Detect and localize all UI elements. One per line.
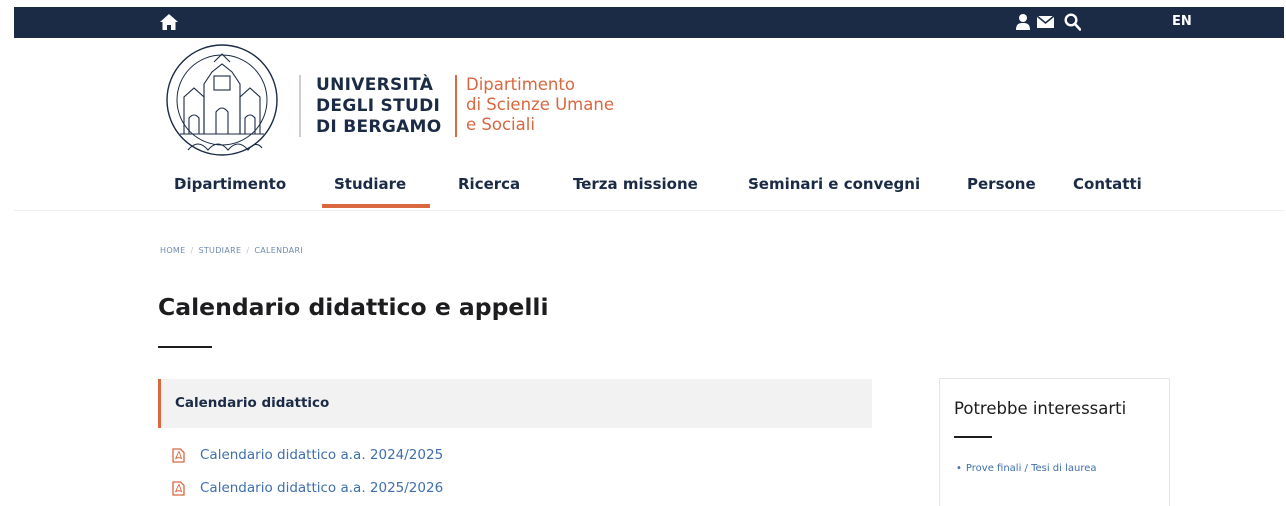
nav-active-indicator [322, 204, 430, 208]
department-name-line-2: di Scienze Umane [466, 95, 614, 114]
university-name-line-2: DEGLI STUDI [316, 96, 441, 116]
top-bar: EN [14, 7, 1284, 38]
breadcrumb-studiare[interactable]: STUDIARE [198, 246, 241, 255]
chevron-down-icon: - [754, 175, 759, 189]
university-name-line-1: UNIVERSITÀ [316, 75, 434, 95]
sidebar-related: Potrebbe interessarti • Prove finali / Te… [939, 378, 1170, 506]
accordion-calendario-didattico[interactable]: Calendario didattico [158, 379, 872, 428]
page-title: Calendario didattico e appelli [158, 293, 549, 321]
sidebar-link-prove-finali[interactable]: • Prove finali / Tesi di laurea [956, 463, 1097, 474]
sidebar-title: Potrebbe interessarti [954, 399, 1127, 418]
home-icon[interactable] [159, 13, 179, 31]
nav-item-label: Dipartimento [174, 175, 287, 193]
department-name-line-3: e Sociali [466, 115, 535, 134]
chevron-down-icon: - [340, 175, 345, 189]
accordion-label: Calendario didattico [175, 395, 330, 411]
nav-item-label: Contatti [1073, 175, 1142, 193]
chevron-down-icon: - [464, 175, 469, 189]
chevron-down-icon: - [180, 175, 185, 189]
document-link-label: Calendario didattico a.a. 2025/2026 [200, 480, 444, 496]
breadcrumb-separator: / [190, 246, 194, 255]
department-name-line-1: Dipartimento [466, 75, 575, 94]
bullet-icon: • [956, 463, 962, 474]
nav-item-label: Studiare [334, 175, 407, 193]
title-underline [158, 346, 212, 348]
document-link-label: Calendario didattico a.a. 2024/2025 [200, 447, 444, 463]
sidebar-link-label: Prove finali / Tesi di laurea [965, 463, 1097, 474]
university-seal-logo[interactable] [158, 42, 286, 160]
user-icon[interactable] [1016, 13, 1030, 31]
department-divider [455, 75, 457, 137]
mail-icon[interactable] [1037, 13, 1054, 31]
breadcrumb: HOME / STUDIARE / CALENDARI [160, 246, 303, 255]
pdf-icon [172, 481, 185, 496]
chevron-down-icon: - [579, 175, 584, 189]
brand-divider [299, 75, 301, 137]
sidebar-title-underline [954, 436, 992, 438]
nav-item-label: Terza missione [573, 175, 698, 193]
department-name[interactable]: Dipartimento di Scienze Umane e Sociali [466, 75, 614, 135]
nav-divider [14, 210, 1284, 211]
breadcrumb-calendari: CALENDARI [254, 246, 303, 255]
nav-item-label: Persone [967, 175, 1036, 193]
breadcrumb-separator: / [246, 246, 250, 255]
search-icon[interactable] [1064, 13, 1081, 31]
university-name[interactable]: UNIVERSITÀ DEGLI STUDI DI BERGAMO [316, 75, 442, 138]
nav-item-label: Seminari e convegni [748, 175, 921, 193]
breadcrumb-home[interactable]: HOME [160, 246, 185, 255]
language-switch[interactable]: EN [1172, 14, 1192, 29]
university-name-line-3: DI BERGAMO [316, 117, 442, 137]
pdf-icon [172, 448, 185, 463]
